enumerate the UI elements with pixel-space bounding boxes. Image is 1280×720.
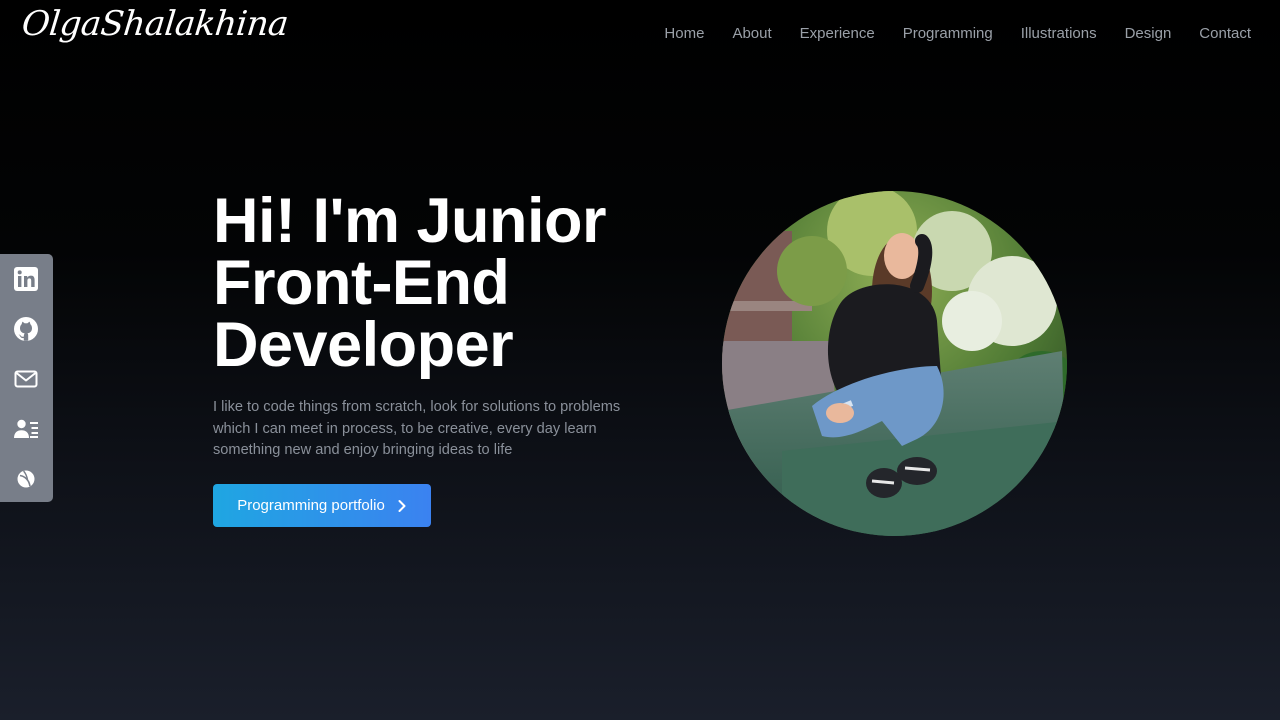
- dribbble-icon[interactable]: [13, 466, 39, 492]
- nav-link-home[interactable]: Home: [664, 25, 704, 42]
- hero-description: I like to code things from scratch, look…: [213, 399, 621, 458]
- profile-photo: [722, 191, 1067, 536]
- main-nav: Home About Experience Programming Illust…: [664, 25, 1251, 42]
- programming-portfolio-button-label: Programming portfolio: [237, 497, 385, 514]
- github-icon[interactable]: [13, 316, 39, 342]
- nav-link-about[interactable]: About: [732, 25, 771, 42]
- nav-link-programming[interactable]: Programming: [903, 25, 993, 42]
- chevron-right-icon: [397, 499, 407, 513]
- nav-link-illustrations[interactable]: Illustrations: [1021, 25, 1097, 42]
- programming-portfolio-button[interactable]: Programming portfolio: [213, 484, 431, 527]
- resume-icon[interactable]: [13, 416, 39, 442]
- logo[interactable]: OlgaShalakhina: [20, 4, 290, 44]
- email-icon[interactable]: [13, 366, 39, 392]
- nav-link-experience[interactable]: Experience: [800, 25, 875, 42]
- nav-link-design[interactable]: Design: [1125, 25, 1172, 42]
- linkedin-icon[interactable]: [13, 266, 39, 292]
- hero-title: Hi! I'm Junior Front-End Developer: [213, 186, 607, 380]
- social-sidebar: [0, 254, 53, 502]
- nav-link-contact[interactable]: Contact: [1199, 25, 1251, 42]
